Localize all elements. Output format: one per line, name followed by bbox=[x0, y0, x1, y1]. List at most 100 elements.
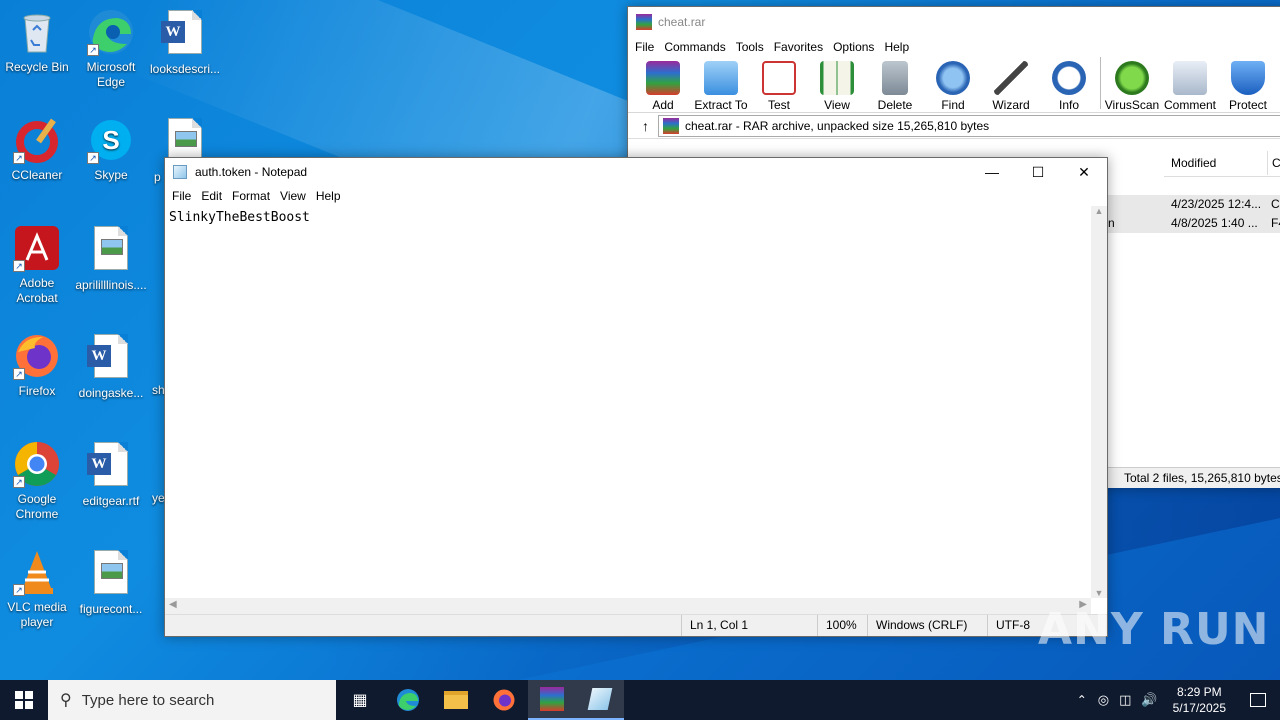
desktop-icon-aprilillinois[interactable]: aprililllinois.... bbox=[74, 224, 148, 293]
status-text: Total 2 files, 15,265,810 bytes bbox=[1124, 471, 1280, 485]
start-button[interactable] bbox=[0, 680, 48, 720]
desktop-icon-vlc[interactable]: ↗ VLC media player bbox=[0, 548, 74, 630]
scroll-left-icon[interactable]: ◀ bbox=[169, 599, 177, 610]
wizard-button[interactable]: Wizard bbox=[982, 57, 1040, 112]
toolbar-separator bbox=[1100, 57, 1101, 109]
line-ending: Windows (CRLF) bbox=[867, 615, 987, 636]
menu-edit[interactable]: Edit bbox=[198, 189, 229, 203]
notifications-button[interactable] bbox=[1236, 680, 1280, 720]
svg-text:S: S bbox=[102, 125, 119, 155]
list-row[interactable]: 4/23/2025 12:4... C bbox=[1108, 195, 1280, 214]
taskbar-edge[interactable] bbox=[384, 680, 432, 720]
desktop-icon-firefox[interactable]: ↗ Firefox bbox=[0, 332, 74, 399]
icon-label: editgear.rtf bbox=[82, 494, 140, 508]
button-label: Find bbox=[941, 98, 965, 112]
chevron-up-icon[interactable]: ⌃ bbox=[1071, 693, 1093, 707]
chrome-icon: ↗ bbox=[13, 440, 61, 488]
virusscan-button[interactable]: VirusScan bbox=[1103, 57, 1161, 112]
view-button[interactable]: View bbox=[808, 57, 866, 112]
scroll-up-icon[interactable]: ▲ bbox=[1091, 206, 1107, 216]
path-text: cheat.rar - RAR archive, unpacked size 1… bbox=[685, 118, 990, 133]
menu-tools[interactable]: Tools bbox=[733, 40, 771, 54]
window-title: cheat.rar bbox=[658, 15, 706, 29]
menu-commands[interactable]: Commands bbox=[661, 40, 732, 54]
taskbar-notepad[interactable] bbox=[576, 680, 624, 720]
button-label: Wizard bbox=[992, 98, 1030, 112]
desktop-icon-figurecont[interactable]: figurecont... bbox=[74, 548, 148, 617]
taskbar-search[interactable]: ⚲ Type here to search bbox=[48, 680, 336, 720]
comment-button[interactable]: Comment bbox=[1161, 57, 1219, 112]
maximize-button[interactable]: ☐ bbox=[1015, 158, 1061, 186]
desktop-icon-edge[interactable]: ↗ Microsoft Edge bbox=[74, 8, 148, 90]
desktop-icon-google-chrome[interactable]: ↗ Google Chrome bbox=[0, 440, 74, 522]
network-icon[interactable]: ◫ bbox=[1114, 692, 1136, 708]
desktop-icon-looksdescri[interactable]: W looksdescri... bbox=[148, 8, 222, 77]
column-header-modified[interactable]: Modified C bbox=[1164, 151, 1280, 177]
horizontal-scrollbar[interactable]: ◀ ▶ bbox=[165, 598, 1091, 614]
shield-icon bbox=[1231, 61, 1265, 95]
window-title: auth.token - Notepad bbox=[195, 165, 308, 179]
icon-label: Adobe Acrobat bbox=[16, 276, 58, 305]
archive-path[interactable]: cheat.rar - RAR archive, unpacked size 1… bbox=[658, 114, 1280, 137]
add-button[interactable]: Add bbox=[634, 57, 692, 112]
clock-time: 8:29 PM bbox=[1176, 685, 1222, 699]
text-editor[interactable]: SlinkyTheBestBoost bbox=[165, 206, 1091, 598]
info-button[interactable]: Info bbox=[1040, 57, 1098, 112]
menu-view[interactable]: View bbox=[277, 189, 313, 203]
word-document-icon: W bbox=[87, 442, 135, 490]
icon-label: Skype bbox=[94, 168, 128, 182]
trash-icon bbox=[882, 61, 908, 95]
close-button[interactable]: ✕ bbox=[1061, 158, 1107, 186]
taskbar-firefox[interactable] bbox=[480, 680, 528, 720]
desktop-icon-skype[interactable]: S ↗ Skype bbox=[74, 116, 148, 183]
taskbar-file-explorer[interactable] bbox=[432, 680, 480, 720]
menu-favorites[interactable]: Favorites bbox=[771, 40, 830, 54]
desktop-icon-doingaske[interactable]: W doingaske... bbox=[74, 332, 148, 401]
search-icon: ⚲ bbox=[60, 692, 72, 709]
menu-options[interactable]: Options bbox=[830, 40, 881, 54]
taskbar-winrar[interactable] bbox=[528, 680, 576, 720]
row-name: n bbox=[1108, 216, 1115, 230]
image-file-icon bbox=[87, 226, 135, 274]
vertical-scrollbar[interactable]: ▲ ▼ bbox=[1091, 206, 1107, 598]
protect-button[interactable]: Protect bbox=[1219, 57, 1277, 112]
clock-date: 5/17/2025 bbox=[1172, 701, 1226, 715]
button-label: Protect bbox=[1228, 98, 1267, 112]
magic-wand-icon bbox=[994, 61, 1028, 95]
cursor-position: Ln 1, Col 1 bbox=[681, 615, 817, 636]
scroll-down-icon[interactable]: ▼ bbox=[1091, 588, 1107, 598]
icon-label: Google Chrome bbox=[15, 492, 59, 521]
notepad-window[interactable]: auth.token - Notepad — ☐ ✕ File Edit For… bbox=[164, 157, 1108, 637]
menu-file[interactable]: File bbox=[632, 40, 661, 54]
menu-file[interactable]: File bbox=[169, 189, 198, 203]
menu-format[interactable]: Format bbox=[229, 189, 277, 203]
icon-label: Recycle Bin bbox=[5, 60, 69, 74]
volume-icon[interactable]: 🔊 bbox=[1136, 692, 1162, 708]
info-icon bbox=[1052, 61, 1086, 95]
delete-button[interactable]: Delete bbox=[866, 57, 924, 112]
list-row[interactable]: n 4/8/2025 1:40 ... F4 bbox=[1108, 214, 1280, 233]
desktop-icon-editgear[interactable]: W editgear.rtf bbox=[74, 440, 148, 509]
menu-help[interactable]: Help bbox=[313, 189, 348, 203]
clock[interactable]: 8:29 PM 5/17/2025 bbox=[1163, 684, 1236, 716]
notepad-titlebar[interactable]: auth.token - Notepad — ☐ ✕ bbox=[165, 158, 1107, 186]
desktop-icon-adobe-acrobat[interactable]: ↗ Adobe Acrobat bbox=[0, 224, 74, 306]
minimize-button[interactable]: — bbox=[969, 158, 1015, 186]
winrar-titlebar[interactable]: cheat.rar bbox=[628, 7, 1280, 37]
column-label: C bbox=[1272, 156, 1280, 170]
edge-icon: ↗ bbox=[87, 8, 135, 56]
desktop-icon-ccleaner[interactable]: ↗ CCleaner bbox=[0, 116, 74, 183]
word-document-icon: W bbox=[161, 10, 209, 58]
extract-to-button[interactable]: Extract To bbox=[692, 57, 750, 112]
notepad-icon bbox=[173, 165, 187, 179]
desktop-icon-recycle-bin[interactable]: Recycle Bin bbox=[0, 8, 74, 75]
menu-help[interactable]: Help bbox=[881, 40, 916, 54]
find-button[interactable]: Find bbox=[924, 57, 982, 112]
winrar-toolbar: Add Extract To Test View Delete Find Wiz… bbox=[628, 57, 1280, 113]
security-icon[interactable]: ◎ bbox=[1093, 692, 1114, 708]
test-button[interactable]: Test bbox=[750, 57, 808, 112]
up-arrow-icon[interactable]: ↑ bbox=[642, 118, 649, 134]
button-label: VirusScan bbox=[1104, 98, 1160, 112]
task-view-button[interactable]: ▦ bbox=[336, 680, 384, 720]
button-label: Comment bbox=[1163, 98, 1216, 112]
